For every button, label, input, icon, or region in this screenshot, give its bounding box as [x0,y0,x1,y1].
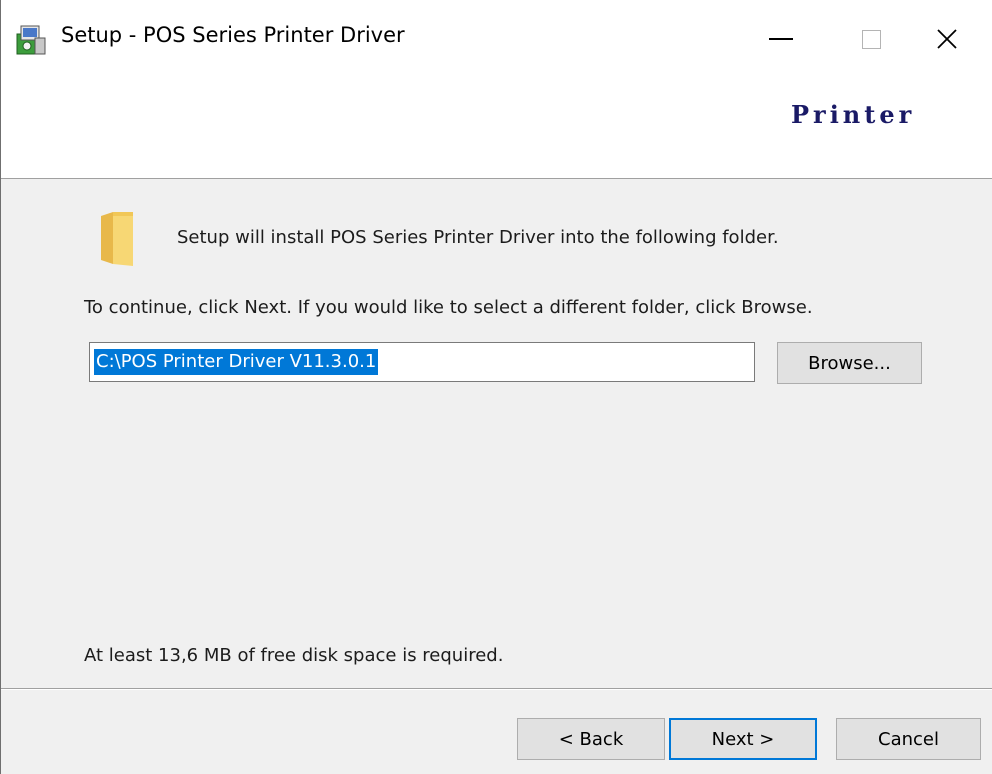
back-button[interactable]: < Back [517,718,665,760]
back-button-label: < Back [558,728,624,750]
instructions-text: To continue, click Next. If you would li… [84,297,813,318]
window-title: Setup - POS Series Printer Driver [61,23,405,47]
close-button[interactable] [901,0,992,78]
wizard-header: Printer [1,78,992,179]
browse-button-label: Browse... [808,352,891,374]
title-bar[interactable]: Setup - POS Series Printer Driver [1,0,992,78]
next-button-label: Next > [711,728,775,750]
printer-logo: Printer [791,100,916,129]
cancel-button-label: Cancel [878,728,939,750]
setup-installer-icon [16,25,46,55]
minimize-icon [769,38,793,40]
maximize-icon [861,29,881,49]
footer-divider [1,688,992,690]
install-path-field[interactable]: C:\POS Printer Driver V11.3.0.1 [89,342,755,382]
next-button[interactable]: Next > [669,718,817,760]
browse-button[interactable]: Browse... [777,342,922,384]
cancel-button[interactable]: Cancel [836,718,981,760]
install-path-value: C:\POS Printer Driver V11.3.0.1 [94,349,379,375]
folder-icon [101,212,133,266]
close-icon [937,29,957,49]
minimize-button[interactable] [735,0,827,78]
disk-space-text: At least 13,6 MB of free disk space is r… [84,645,504,666]
setup-window: Setup - POS Series Printer Driver Printe… [0,0,992,774]
intro-text: Setup will install POS Series Printer Dr… [177,227,779,248]
